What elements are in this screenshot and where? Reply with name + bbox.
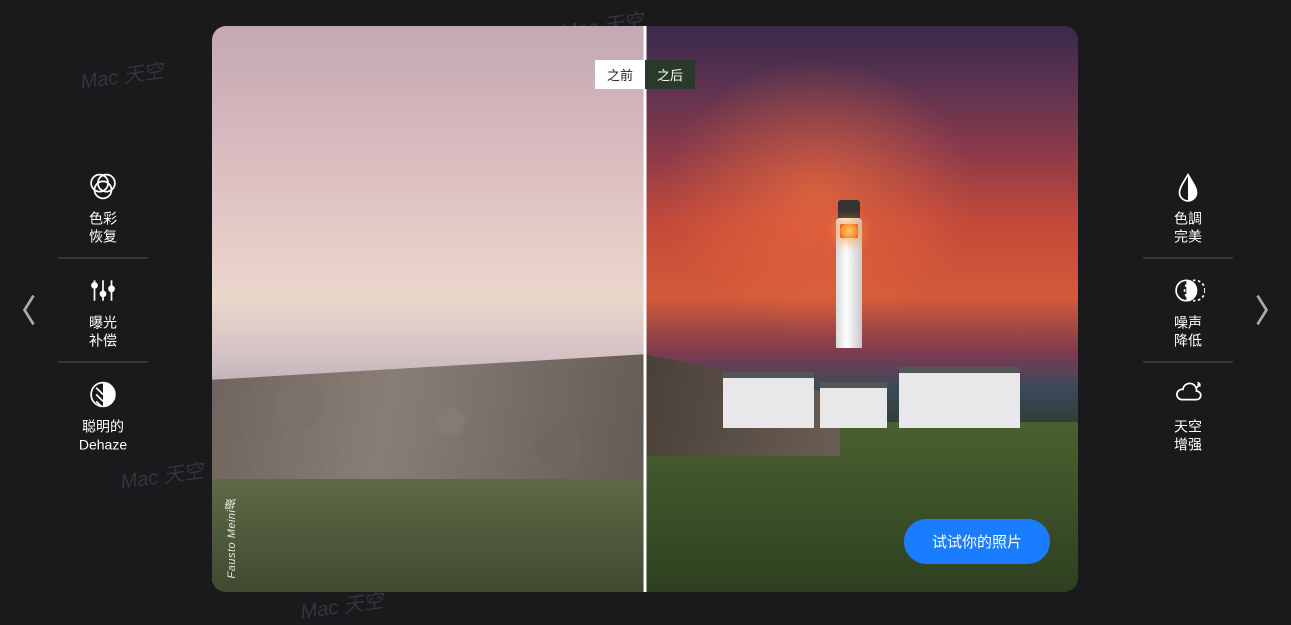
tool-exposure-comp[interactable]: 曝光 补偿 xyxy=(58,259,148,363)
tool-label: 曝光 补偿 xyxy=(89,315,117,350)
compare-divider[interactable] xyxy=(644,26,647,592)
tool-color-restore[interactable]: 色彩 恢复 xyxy=(58,155,148,259)
next-arrow[interactable] xyxy=(1251,288,1273,332)
prev-arrow[interactable] xyxy=(18,288,40,332)
after-label: 之后 xyxy=(645,60,695,89)
right-tools-panel: 色調 完美 噪声 降低 天空 增强 xyxy=(1143,155,1233,466)
tool-label: 色彩 恢复 xyxy=(89,211,117,246)
tool-label: 天空 增强 xyxy=(1174,419,1202,454)
tool-label: 色調 完美 xyxy=(1174,211,1202,246)
tool-tone-perfect[interactable]: 色調 完美 xyxy=(1143,155,1233,259)
compare-labels: 之前 之后 xyxy=(595,60,695,89)
drop-icon xyxy=(1170,169,1206,205)
tool-label: 噪声 降低 xyxy=(1174,315,1202,350)
noise-icon xyxy=(1170,273,1206,309)
photo-credit: Fausto Meini摄 xyxy=(224,498,240,578)
before-label: 之前 xyxy=(595,60,645,89)
after-image xyxy=(645,26,1078,592)
before-image xyxy=(212,26,645,592)
chevron-right-icon xyxy=(1253,290,1271,330)
chevron-left-icon xyxy=(20,290,38,330)
cloud-icon xyxy=(1170,377,1206,413)
left-tools-panel: 色彩 恢复 曝光 补偿 聪明的 Dehaze xyxy=(58,155,148,466)
watermark: Mac 天空 xyxy=(78,54,165,94)
sliders-icon xyxy=(85,273,121,309)
tool-noise-reduce[interactable]: 噪声 降低 xyxy=(1143,259,1233,363)
color-restore-icon xyxy=(85,169,121,205)
try-photo-button[interactable]: 试试你的照片 xyxy=(904,519,1050,564)
tool-smart-dehaze[interactable]: 聪明的 Dehaze xyxy=(58,363,148,466)
lighthouse-graphic xyxy=(836,218,862,348)
tool-sky-enhance[interactable]: 天空 增强 xyxy=(1143,363,1233,466)
tool-label: 聪明的 Dehaze xyxy=(79,419,127,454)
dehaze-icon xyxy=(85,377,121,413)
compare-preview[interactable]: 之前 之后 Fausto Meini摄 试试你的照片 xyxy=(212,26,1078,592)
